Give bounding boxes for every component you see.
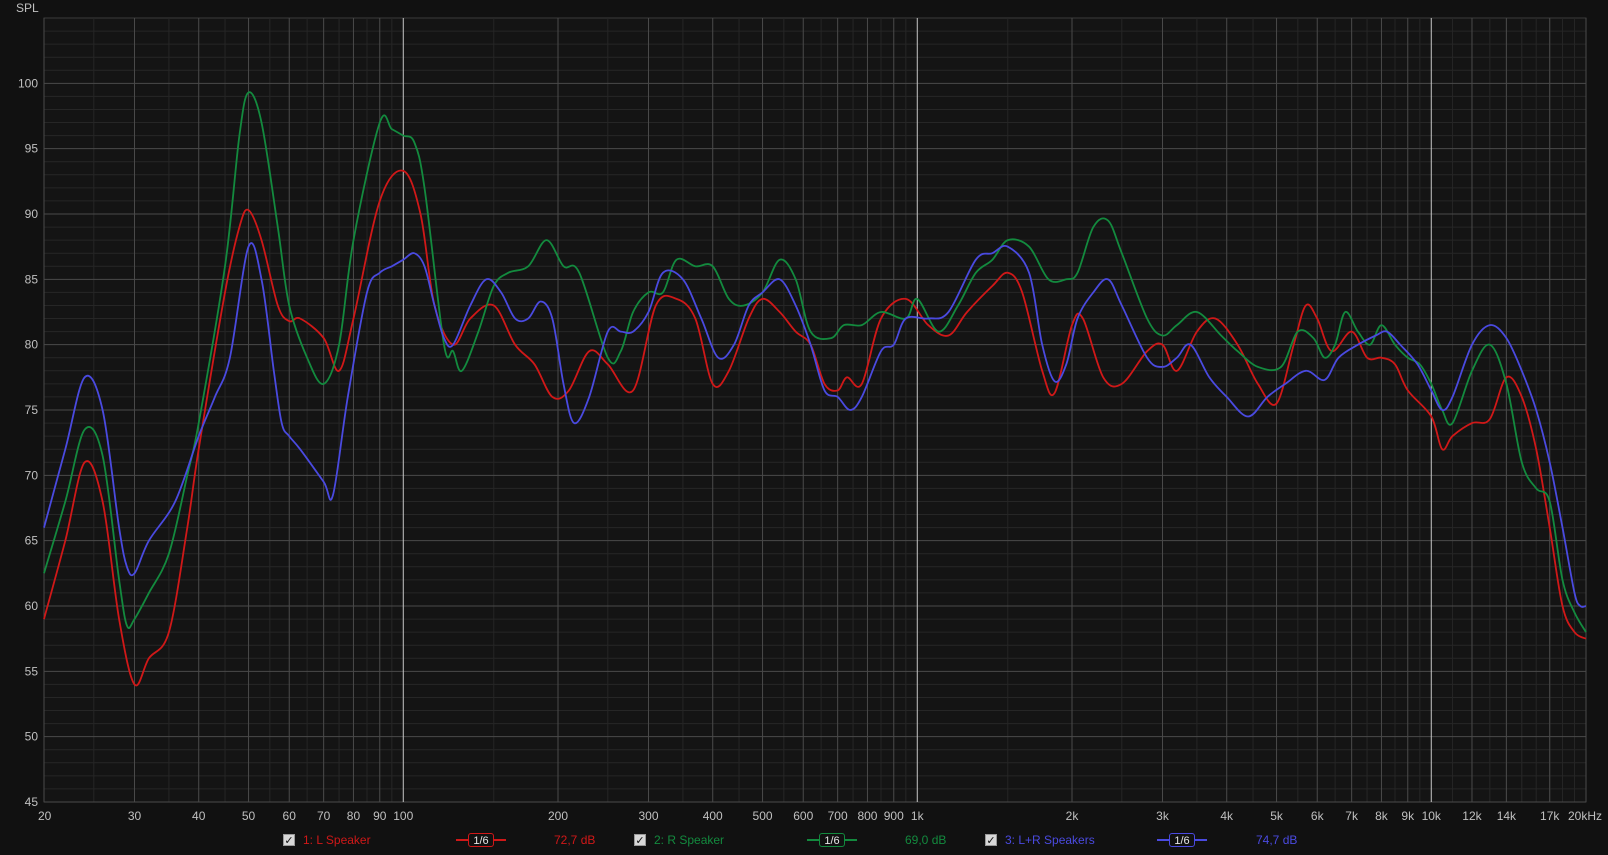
x-tick-label: 90 <box>373 809 387 823</box>
y-tick-label: 65 <box>25 534 39 548</box>
x-tick-label: 60 <box>283 809 297 823</box>
x-tick-label: 10k <box>1422 809 1442 823</box>
x-tick-label: 70 <box>317 809 331 823</box>
x-tick-label: 20 <box>38 809 52 823</box>
y-tick-label: 75 <box>25 403 39 417</box>
x-tick-label: 6k <box>1311 809 1325 823</box>
x-tick-label: 7k <box>1345 809 1359 823</box>
legend-level-lr-speakers: 74,7 dB <box>1256 833 1298 847</box>
x-tick-label: 200 <box>548 809 568 823</box>
y-tick-label: 70 <box>25 468 39 482</box>
legend-item-r-speaker[interactable]: ✓ 2: R Speaker <box>634 831 724 849</box>
y-tick-label: 100 <box>18 76 38 90</box>
x-tick-label: 3k <box>1156 809 1170 823</box>
legend-label-l-speaker: 1: L Speaker <box>303 833 371 847</box>
x-tick-label: 1k <box>911 809 925 823</box>
legend-item-lr-speakers[interactable]: ✓ 3: L+R Speakers <box>985 831 1095 849</box>
smoothing-control-lr-speakers[interactable]: 1/6 <box>1157 832 1207 848</box>
x-tick-label: 20kHz <box>1568 809 1602 823</box>
x-tick-label: 300 <box>638 809 658 823</box>
x-tick-label: 600 <box>793 809 813 823</box>
x-tick-label: 2k <box>1066 809 1080 823</box>
x-tick-label: 400 <box>703 809 723 823</box>
legend-label-r-speaker: 2: R Speaker <box>654 833 725 847</box>
x-tick-label: 12k <box>1462 809 1482 823</box>
y-tick-label: 55 <box>25 664 39 678</box>
smoothing-value-r-speaker: 1/6 <box>819 833 845 847</box>
smoothing-value-lr-speakers: 1/6 <box>1169 833 1195 847</box>
x-tick-label: 700 <box>828 809 848 823</box>
x-tick-label: 5k <box>1270 809 1284 823</box>
x-tick-label: 14k <box>1497 809 1517 823</box>
x-tick-label: 900 <box>884 809 904 823</box>
x-tick-label: 40 <box>192 809 206 823</box>
x-tick-label: 500 <box>753 809 773 823</box>
x-tick-label: 80 <box>347 809 361 823</box>
y-tick-label: 80 <box>25 338 39 352</box>
y-axis-label: SPL <box>16 1 39 15</box>
smoothing-control-l-speaker[interactable]: 1/6 <box>456 832 506 848</box>
y-tick-label: 45 <box>25 795 39 809</box>
y-tick-label: 85 <box>25 272 39 286</box>
smoothing-value-l-speaker: 1/6 <box>468 833 494 847</box>
x-tick-label: 800 <box>857 809 877 823</box>
smoothing-control-r-speaker[interactable]: 1/6 <box>807 832 857 848</box>
legend-checkbox-lr-speakers[interactable]: ✓ <box>985 834 997 847</box>
y-tick-label: 60 <box>25 599 39 613</box>
x-tick-label: 8k <box>1375 809 1389 823</box>
legend-item-l-speaker[interactable]: ✓ 1: L Speaker <box>283 831 371 849</box>
x-tick-label: 17k <box>1540 809 1560 823</box>
legend-bar: ✓ 1: L Speaker 1/6 72,7 dB ✓ 2: R Speake… <box>0 827 1608 855</box>
x-tick-label: 100 <box>393 809 413 823</box>
legend-checkbox-l-speaker[interactable]: ✓ <box>283 834 295 847</box>
y-tick-label: 90 <box>25 207 39 221</box>
y-tick-label: 50 <box>25 730 39 744</box>
x-tick-label: 9k <box>1401 809 1415 823</box>
x-tick-label: 50 <box>242 809 256 823</box>
x-tick-label: 4k <box>1220 809 1234 823</box>
legend-level-r-speaker: 69,0 dB <box>905 833 947 847</box>
spl-chart: 45 50 55 60 65 70 75 80 85 90 95 100 20 30 40 50 60 70 80 9… <box>0 0 1608 855</box>
legend-checkbox-r-speaker[interactable]: ✓ <box>634 834 646 847</box>
legend-label-lr-speakers: 3: L+R Speakers <box>1005 833 1095 847</box>
y-tick-label: 95 <box>25 142 39 156</box>
legend-level-l-speaker: 72,7 dB <box>554 833 596 847</box>
x-tick-label: 30 <box>128 809 142 823</box>
